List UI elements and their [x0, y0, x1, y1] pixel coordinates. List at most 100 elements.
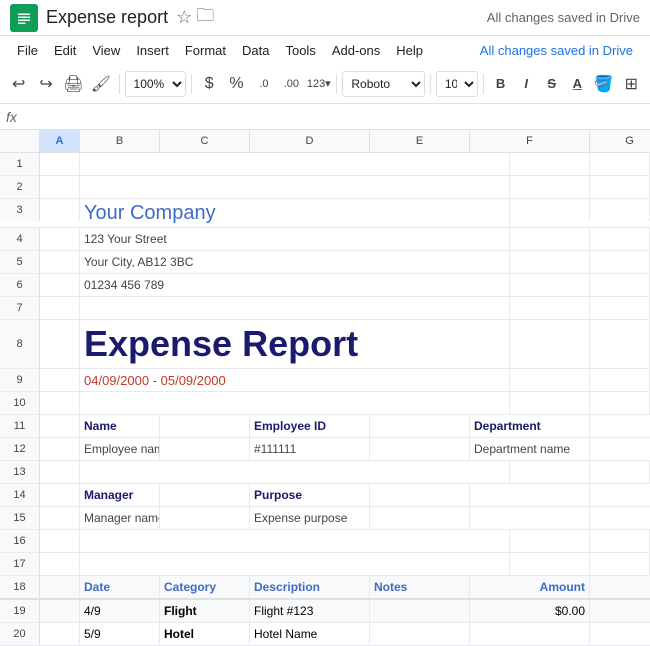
col-header-g[interactable]: G [590, 130, 650, 152]
cell-d11-empid-lbl[interactable]: Employee ID [250, 415, 370, 437]
cell-g12[interactable] [590, 438, 650, 460]
star-icon[interactable]: ☆ [176, 7, 192, 28]
cell-h1[interactable] [590, 153, 650, 175]
cell-g2[interactable] [510, 176, 590, 198]
cell-h9[interactable] [590, 369, 650, 391]
cell-b13-span[interactable] [80, 461, 510, 483]
bold-button[interactable]: B [489, 71, 513, 97]
cell-f20-amount[interactable] [470, 623, 590, 645]
rownum-9[interactable]: 9 [0, 369, 40, 391]
cell-e14[interactable] [370, 484, 470, 506]
cell-g15[interactable] [590, 507, 650, 529]
col-header-d[interactable]: D [250, 130, 370, 152]
cell-g4[interactable] [510, 228, 590, 250]
rownum-1[interactable]: 1 [0, 153, 40, 175]
borders-button[interactable]: ⊞ [619, 70, 644, 98]
cell-b10-span[interactable] [80, 392, 510, 414]
cell-c20-category[interactable]: Hotel [160, 623, 250, 645]
cell-f14[interactable] [470, 484, 590, 506]
cell-g14[interactable] [590, 484, 650, 506]
cell-b20-date[interactable]: 5/9 [80, 623, 160, 645]
cell-a2[interactable] [40, 176, 80, 198]
cell-a5[interactable] [40, 251, 80, 273]
cell-g10[interactable] [510, 392, 590, 414]
rownum-4[interactable]: 4 [0, 228, 40, 250]
fill-color-button[interactable]: 🪣 [591, 70, 616, 98]
rownum-6[interactable]: 6 [0, 274, 40, 296]
cell-b15-mgr-val[interactable]: Manager name [80, 507, 160, 529]
cell-b2-span[interactable] [80, 176, 510, 198]
rownum-5[interactable]: 5 [0, 251, 40, 273]
cell-h8[interactable] [590, 320, 650, 368]
menu-insert[interactable]: Insert [129, 40, 176, 61]
cell-e11[interactable] [370, 415, 470, 437]
rownum-18[interactable]: 18 [0, 576, 40, 598]
cell-c11[interactable] [160, 415, 250, 437]
cell-b16-span[interactable] [80, 530, 510, 552]
cell-f11-dept-lbl[interactable]: Department [470, 415, 590, 437]
currency-button[interactable]: $ [196, 70, 221, 98]
font-size-select[interactable]: 10 [436, 71, 478, 97]
cell-c19-category[interactable]: Flight [160, 600, 250, 622]
cell-d18-description-hdr[interactable]: Description [250, 576, 370, 598]
rownum-20[interactable]: 20 [0, 623, 40, 645]
strikethrough-button[interactable]: S [540, 71, 564, 97]
cell-b1-span[interactable] [80, 153, 510, 175]
cell-a18[interactable] [40, 576, 80, 598]
cell-g5[interactable] [510, 251, 590, 273]
cell-e15[interactable] [370, 507, 470, 529]
cell-h7[interactable] [590, 297, 650, 319]
cell-g19[interactable] [590, 600, 650, 622]
cell-g13[interactable] [510, 461, 590, 483]
cell-a19[interactable] [40, 600, 80, 622]
cell-g18[interactable] [590, 576, 650, 598]
rownum-3[interactable]: 3 [0, 199, 40, 221]
rownum-11[interactable]: 11 [0, 415, 40, 437]
menu-file[interactable]: File [10, 40, 45, 61]
cell-c15[interactable] [160, 507, 250, 529]
cell-a4[interactable] [40, 228, 80, 250]
menu-format[interactable]: Format [178, 40, 233, 61]
italic-button[interactable]: I [514, 71, 538, 97]
menu-data[interactable]: Data [235, 40, 276, 61]
cell-b8-title[interactable]: Expense Report [80, 320, 510, 368]
cell-b19-date[interactable]: 4/9 [80, 600, 160, 622]
cell-a20[interactable] [40, 623, 80, 645]
percent-button[interactable]: % [224, 70, 249, 98]
text-color-button[interactable]: A [566, 71, 590, 97]
cell-a10[interactable] [40, 392, 80, 414]
cell-h13[interactable] [590, 461, 650, 483]
cell-d19-description[interactable]: Flight #123 [250, 600, 370, 622]
cell-d20-description[interactable]: Hotel Name [250, 623, 370, 645]
rownum-14[interactable]: 14 [0, 484, 40, 506]
cell-h4[interactable] [590, 228, 650, 250]
cell-b7-span[interactable] [80, 297, 510, 319]
print-button[interactable]: 🖨 [61, 70, 86, 98]
cell-a16[interactable] [40, 530, 80, 552]
cell-h5[interactable] [590, 251, 650, 273]
rownum-10[interactable]: 10 [0, 392, 40, 414]
cell-c12[interactable] [160, 438, 250, 460]
cell-g1[interactable] [510, 153, 590, 175]
cell-e12[interactable] [370, 438, 470, 460]
cell-f19-amount[interactable]: $0.00 [470, 600, 590, 622]
cell-a15[interactable] [40, 507, 80, 529]
cell-g20[interactable] [590, 623, 650, 645]
rownum-16[interactable]: 16 [0, 530, 40, 552]
cell-a11[interactable] [40, 415, 80, 437]
cell-d12-empid-val[interactable]: #111111 [250, 438, 370, 460]
rownum-8[interactable]: 8 [0, 320, 40, 368]
redo-button[interactable]: ↪ [33, 70, 58, 98]
cell-h10[interactable] [590, 392, 650, 414]
cell-a12[interactable] [40, 438, 80, 460]
cell-f15[interactable] [470, 507, 590, 529]
cell-a1[interactable] [40, 153, 80, 175]
cell-b5-address2[interactable]: Your City, AB12 3BC [80, 251, 510, 273]
font-select[interactable]: Roboto [342, 71, 425, 97]
cell-b11-name-lbl[interactable]: Name [80, 415, 160, 437]
cell-d15-purpose-val[interactable]: Expense purpose [250, 507, 370, 529]
cell-h6[interactable] [590, 274, 650, 296]
menu-addons[interactable]: Add-ons [325, 40, 387, 61]
cell-f12-dept-val[interactable]: Department name [470, 438, 590, 460]
cell-f18-amount-hdr[interactable]: Amount [470, 576, 590, 598]
